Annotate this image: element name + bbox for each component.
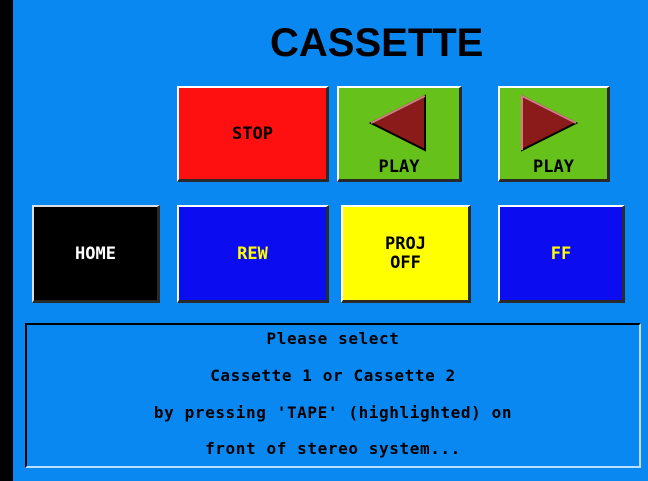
message-line-4: front of stereo system... bbox=[205, 439, 461, 458]
projector-off-button[interactable]: PROJ OFF bbox=[341, 205, 471, 303]
ff-label: FF bbox=[550, 243, 572, 264]
home-button[interactable]: HOME bbox=[32, 205, 160, 303]
proj-label-line1: PROJ bbox=[385, 233, 426, 254]
proj-label-line2: OFF bbox=[390, 252, 421, 273]
screen: CASSETTE STOP PLAY PLAY HOME REW PROJ OF… bbox=[0, 0, 648, 481]
home-label: HOME bbox=[75, 243, 116, 264]
rew-label: REW bbox=[237, 243, 268, 264]
stop-button[interactable]: STOP bbox=[177, 86, 329, 182]
message-line-2: Cassette 1 or Cassette 2 bbox=[210, 366, 456, 385]
rewind-button[interactable]: REW bbox=[177, 205, 329, 303]
message-box: Please select Cassette 1 or Cassette 2 b… bbox=[25, 323, 641, 468]
triangle-left-icon bbox=[368, 94, 426, 152]
stop-label: STOP bbox=[232, 123, 273, 144]
play-forward-label: PLAY bbox=[533, 157, 574, 177]
fast-forward-button[interactable]: FF bbox=[498, 205, 625, 303]
page-title: CASSETTE bbox=[270, 21, 484, 65]
play-forward-button[interactable]: PLAY bbox=[498, 86, 610, 182]
message-line-3: by pressing 'TAPE' (highlighted) on bbox=[153, 403, 513, 422]
play-reverse-button[interactable]: PLAY bbox=[337, 86, 462, 182]
message-line-1: Please select bbox=[266, 329, 400, 348]
triangle-right-icon bbox=[520, 94, 578, 152]
play-reverse-label: PLAY bbox=[378, 157, 420, 177]
